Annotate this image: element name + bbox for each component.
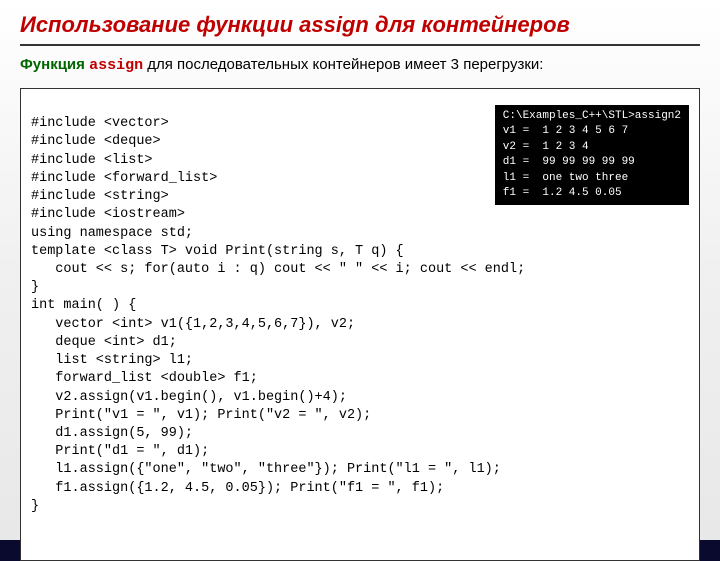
subtitle-assign: assign bbox=[89, 57, 143, 74]
console-line: v1 = 1 2 3 4 5 6 7 bbox=[503, 125, 628, 137]
subtitle-post: для последовательных контейнеров имеет 3… bbox=[143, 56, 543, 73]
code-line: l1.assign({"one", "two", "three"}); Prin… bbox=[31, 462, 501, 477]
console-line: f1 = 1.2 4.5 0.05 bbox=[503, 187, 622, 199]
code-line: } bbox=[31, 499, 39, 514]
code-line: } bbox=[31, 280, 39, 295]
console-line: C:\Examples_C++\STL>assign2 bbox=[503, 110, 681, 122]
code-line: template <class T> void Print(string s, … bbox=[31, 244, 404, 259]
code-line: #include <iostream> bbox=[31, 207, 185, 222]
code-line: cout << s; for(auto i : q) cout << " " <… bbox=[31, 262, 525, 277]
code-line: d1.assign(5, 99); bbox=[31, 426, 193, 441]
console-output: C:\Examples_C++\STL>assign2 v1 = 1 2 3 4… bbox=[495, 105, 689, 205]
slide-subtitle: Функция assign для последовательных конт… bbox=[20, 56, 700, 74]
code-line: vector <int> v1({1,2,3,4,5,6,7}), v2; bbox=[31, 317, 355, 332]
slide-title: Использование функции assign для контейн… bbox=[20, 12, 700, 46]
code-line: int main( ) { bbox=[31, 298, 136, 313]
code-line: #include <deque> bbox=[31, 134, 161, 149]
code-line: v2.assign(v1.begin(), v1.begin()+4); bbox=[31, 390, 347, 405]
code-line: f1.assign({1.2, 4.5, 0.05}); Print("f1 =… bbox=[31, 481, 444, 496]
console-line: v2 = 1 2 3 4 bbox=[503, 141, 589, 153]
code-line: using namespace std; bbox=[31, 226, 193, 241]
subtitle-pre: Функция bbox=[20, 56, 89, 73]
code-line: list <string> l1; bbox=[31, 353, 193, 368]
code-line: deque <int> d1; bbox=[31, 335, 177, 350]
slide-container: Использование функции assign для контейн… bbox=[0, 0, 720, 540]
code-line: forward_list <double> f1; bbox=[31, 371, 258, 386]
code-line: #include <forward_list> bbox=[31, 171, 217, 186]
console-line: d1 = 99 99 99 99 99 bbox=[503, 156, 635, 168]
code-line: #include <string> bbox=[31, 189, 169, 204]
code-block: #include <vector> #include <deque> #incl… bbox=[20, 88, 700, 561]
code-line: Print("v1 = ", v1); Print("v2 = ", v2); bbox=[31, 408, 371, 423]
code-line: Print("d1 = ", d1); bbox=[31, 444, 209, 459]
console-line: l1 = one two three bbox=[503, 172, 628, 184]
code-line: #include <vector> bbox=[31, 116, 169, 131]
code-line: #include <list> bbox=[31, 153, 153, 168]
